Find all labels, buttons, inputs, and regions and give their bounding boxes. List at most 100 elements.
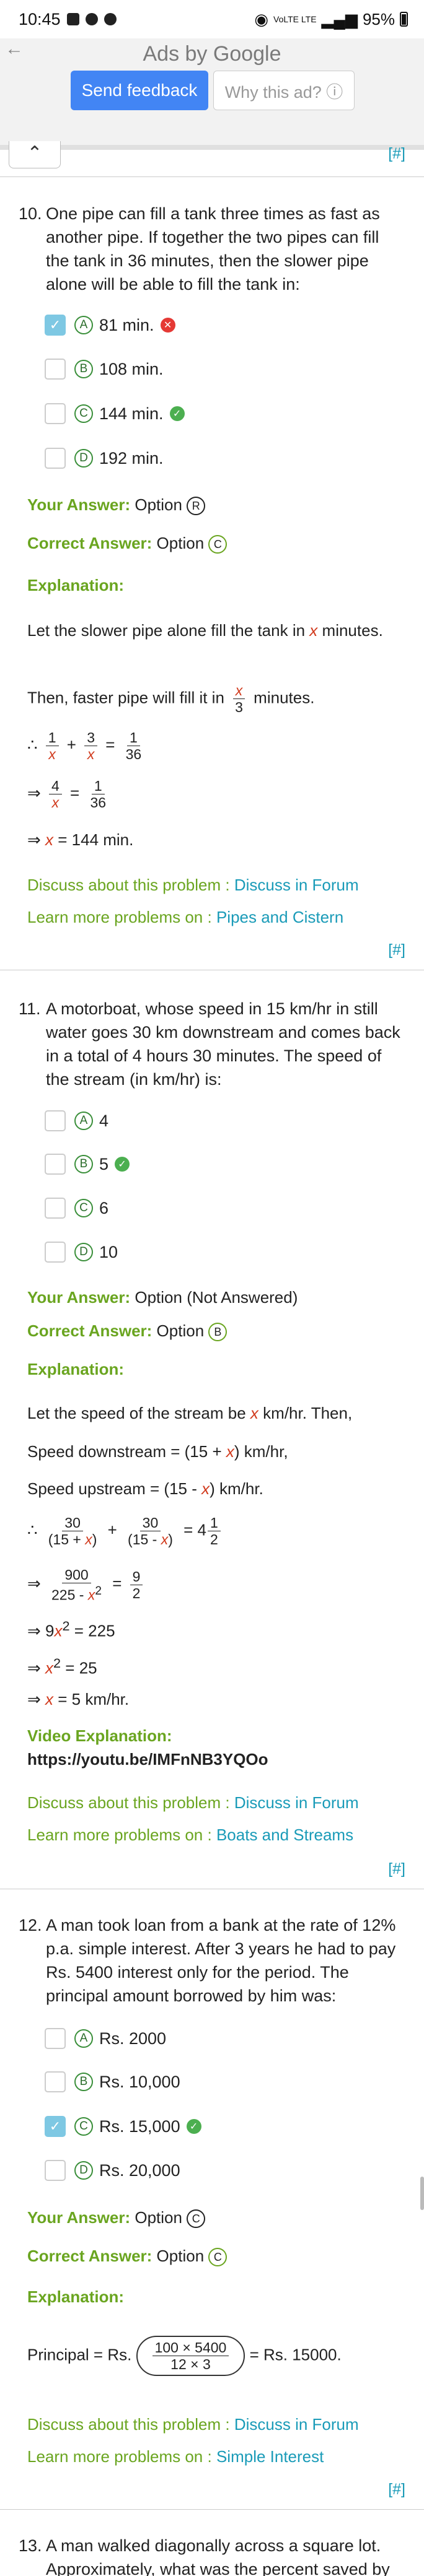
option-a[interactable]: ✓ A 81 min. ✕ bbox=[45, 313, 175, 337]
fraction: x3 bbox=[232, 682, 245, 715]
fraction: 3x bbox=[84, 729, 97, 762]
checkbox[interactable] bbox=[45, 1242, 66, 1263]
option-label: Rs. 10,000 bbox=[99, 2072, 180, 2091]
send-feedback-button[interactable]: Send feedback bbox=[71, 71, 208, 110]
status-time: 10:45 bbox=[19, 9, 61, 28]
text: Then, faster pipe will fill it in bbox=[27, 688, 224, 707]
numerator: x bbox=[232, 682, 245, 699]
option-a[interactable]: A Rs. 2000 bbox=[45, 2026, 166, 2051]
text: Speed upstream = (15 - bbox=[27, 1479, 197, 1498]
discuss-forum-link[interactable]: Discuss in Forum bbox=[234, 2415, 359, 2434]
correct-answer-label: Correct Answer: bbox=[27, 2247, 152, 2265]
scroll-handle[interactable] bbox=[420, 2177, 424, 2210]
option-c[interactable]: ✓ C Rs. 15,000 ✓ bbox=[45, 2114, 201, 2139]
checkbox-checked[interactable]: ✓ bbox=[45, 2116, 66, 2137]
paren-group: 100 × 5400 12 × 3 bbox=[136, 2336, 245, 2376]
checkbox[interactable] bbox=[45, 2028, 66, 2049]
option-b[interactable]: B Rs. 10,000 bbox=[45, 2069, 180, 2094]
checkbox[interactable] bbox=[45, 2160, 66, 2181]
text: = Rs. 15000. bbox=[249, 2345, 342, 2364]
equation-2: ⇒ 4x = 1 36 bbox=[27, 778, 399, 811]
question-text: One pipe can fill a tank three times as … bbox=[46, 204, 380, 294]
explanation-line-3: Speed upstream = (15 - x) km/hr. bbox=[27, 1479, 263, 1498]
hash-link[interactable]: [#] bbox=[388, 145, 405, 163]
fraction: 100 × 5400 12 × 3 bbox=[152, 2339, 229, 2372]
explanation-label: Explanation: bbox=[27, 1360, 125, 1378]
option-letter: B bbox=[74, 360, 93, 378]
why-this-ad-button[interactable]: Why this ad? ⓘ bbox=[213, 71, 355, 110]
option-letter: A bbox=[74, 316, 93, 334]
option-c[interactable]: C 144 min. ✓ bbox=[45, 401, 185, 426]
option-a[interactable]: A 4 bbox=[45, 1108, 108, 1133]
fraction: 1x bbox=[45, 729, 59, 762]
option-label: 192 min. bbox=[99, 448, 164, 468]
your-answer-label: Your Answer: bbox=[27, 1288, 131, 1307]
explanation-line-1: Let the slower pipe alone fill the tank … bbox=[27, 619, 399, 642]
hash-link[interactable]: [#] bbox=[388, 2481, 405, 2499]
collapse-row: ⌃ [#] bbox=[0, 141, 424, 177]
video-url[interactable]: https://youtu.be/IMFnNB3YQOo bbox=[27, 1750, 268, 1769]
hash-link[interactable]: [#] bbox=[388, 1860, 405, 1878]
fraction: 1 36 bbox=[90, 778, 107, 811]
option-letter: A bbox=[74, 2029, 93, 2048]
ad-title: Ads by Google bbox=[143, 42, 281, 66]
checkbox[interactable] bbox=[45, 448, 66, 469]
fraction: 30 (15 - x) bbox=[128, 1515, 173, 1547]
checkbox[interactable] bbox=[45, 1198, 66, 1219]
correct-answer-letter: B bbox=[208, 1323, 227, 1342]
question-number: 11. bbox=[19, 999, 41, 1018]
equation-3: ⇒ x = 144 min. bbox=[27, 830, 134, 849]
divider bbox=[0, 2509, 424, 2510]
question-text: A motorboat, whose speed in 15 km/hr in … bbox=[46, 999, 400, 1089]
question-11: 11. A motorboat, whose speed in 15 km/hr… bbox=[19, 997, 403, 1091]
fraction: 30 (15 + x) bbox=[48, 1515, 97, 1547]
correct-answer: Correct Answer: Option C bbox=[27, 2247, 227, 2267]
var-x: x bbox=[309, 621, 318, 640]
battery-icon bbox=[400, 12, 408, 27]
question-number: 10. bbox=[19, 204, 42, 223]
text: km/hr. Then, bbox=[263, 1404, 353, 1422]
topic-link[interactable]: Boats and Streams bbox=[216, 1825, 353, 1844]
hash-link[interactable]: [#] bbox=[388, 941, 405, 959]
option-letter: C bbox=[74, 1199, 93, 1217]
correct-answer-value: Option bbox=[156, 2247, 205, 2265]
option-d[interactable]: D Rs. 20,000 bbox=[45, 2158, 180, 2183]
discuss-forum-link[interactable]: Discuss in Forum bbox=[234, 876, 359, 894]
discuss-forum-link[interactable]: Discuss in Forum bbox=[234, 1793, 359, 1812]
signal-label: VoLTE LTE bbox=[273, 14, 317, 24]
checkbox[interactable] bbox=[45, 359, 66, 380]
option-b[interactable]: B 108 min. bbox=[45, 357, 164, 381]
text: minutes. bbox=[322, 621, 383, 640]
correct-answer-value: Option bbox=[156, 534, 205, 552]
equation-5: ⇒ x = 5 km/hr. bbox=[27, 1690, 130, 1708]
option-d[interactable]: D 192 min. bbox=[45, 446, 164, 471]
learn-prefix: Learn more problems on : bbox=[27, 2447, 212, 2466]
topic-link[interactable]: Pipes and Cistern bbox=[216, 908, 343, 926]
equation-3: ⇒ 9x2 = 225 bbox=[27, 1618, 115, 1640]
option-letter: C bbox=[74, 404, 93, 423]
option-c[interactable]: C 6 bbox=[45, 1196, 108, 1221]
denominator: 3 bbox=[235, 699, 243, 715]
topic-link[interactable]: Simple Interest bbox=[216, 2447, 324, 2466]
correct-answer-value: Option bbox=[156, 1321, 205, 1340]
question-text: A man took loan from a bank at the rate … bbox=[46, 1916, 396, 2005]
fraction: 900 225 - x2 bbox=[51, 1567, 102, 1603]
collapse-button[interactable]: ⌃ bbox=[9, 141, 61, 168]
question-number: 13. bbox=[19, 2536, 42, 2555]
checkbox[interactable] bbox=[45, 2071, 66, 2092]
text: Principal = Rs. bbox=[27, 2345, 132, 2364]
your-answer-value: Option bbox=[135, 2208, 182, 2227]
option-letter: C bbox=[74, 2117, 93, 2136]
explanation-label: Explanation: bbox=[27, 576, 125, 594]
checkbox[interactable] bbox=[45, 1110, 66, 1131]
option-b[interactable]: B 5 ✓ bbox=[45, 1152, 130, 1177]
checkbox[interactable] bbox=[45, 1154, 66, 1175]
checkbox-checked[interactable]: ✓ bbox=[45, 315, 66, 336]
question-text: A man walked diagonally across a square … bbox=[46, 2536, 390, 2576]
battery-percent: 95% bbox=[362, 9, 395, 28]
option-label: Rs. 2000 bbox=[99, 2029, 167, 2048]
checkbox[interactable] bbox=[45, 403, 66, 424]
option-d[interactable]: D 10 bbox=[45, 1240, 118, 1264]
correct-icon: ✓ bbox=[115, 1157, 130, 1172]
explanation-line-1: Let the speed of the stream be x km/hr. … bbox=[27, 1404, 353, 1422]
